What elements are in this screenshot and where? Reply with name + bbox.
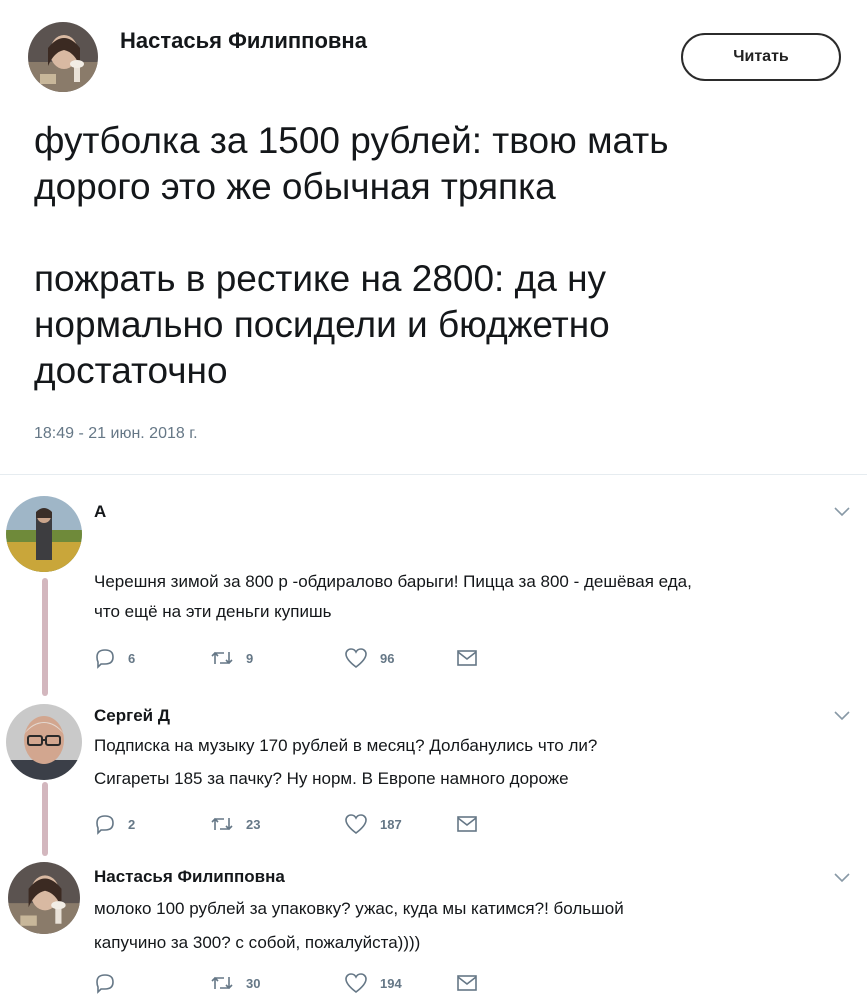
- like-button[interactable]: 187: [344, 811, 402, 837]
- reply-text-line: капучино за 300? с собой, пожалуйста)))): [94, 933, 421, 952]
- retweet-count: 30: [246, 975, 261, 991]
- like-button[interactable]: 194: [344, 970, 402, 996]
- reply-text-line: Черешня зимой за 800 р -обдиралово барыг…: [94, 572, 692, 591]
- avatar[interactable]: [8, 862, 80, 934]
- reply-button[interactable]: 6: [94, 645, 135, 671]
- author-name[interactable]: Настасья Филипповна: [120, 28, 367, 54]
- reply-icon: [96, 649, 114, 669]
- reply-text: Черешня зимой за 800 р -обдиралово барыг…: [94, 567, 854, 627]
- chevron-down-icon[interactable]: [833, 710, 851, 722]
- direct-message-button[interactable]: [456, 811, 478, 837]
- retweet-icon: [211, 651, 233, 665]
- avatar[interactable]: [6, 704, 82, 780]
- reply-actions: 2 23 187: [94, 811, 514, 837]
- retweet-icon: [211, 976, 233, 990]
- direct-message-icon: [457, 816, 477, 832]
- reply-author-name[interactable]: Сергей Д: [94, 706, 170, 726]
- direct-message-button[interactable]: [456, 645, 478, 671]
- reply-text-line: что ещё на эти деньги купишь: [94, 602, 332, 621]
- avatar[interactable]: [28, 22, 98, 92]
- direct-message-button[interactable]: [456, 970, 478, 996]
- reply-actions: 30 194: [94, 970, 514, 996]
- tweet-text: футболка за 1500 рублей: твою мать дорог…: [34, 118, 834, 394]
- follow-button[interactable]: Читать: [681, 33, 841, 81]
- retweet-icon: [211, 817, 233, 831]
- tweet-text-line: дорого это же обычная тряпка: [34, 166, 556, 207]
- heart-icon: [345, 814, 367, 835]
- reply-actions: 6 9 96: [94, 645, 514, 671]
- tweet-text-line: пожрать в рестике на 2800: да ну: [34, 258, 607, 299]
- divider: [0, 474, 867, 475]
- avatar[interactable]: [6, 496, 82, 572]
- retweet-count: 9: [246, 650, 254, 666]
- reply-author-name[interactable]: А: [94, 502, 106, 522]
- heart-icon: [345, 648, 367, 669]
- reply-text-line: Подписка на музыку 170 рублей в месяц? Д…: [94, 736, 598, 755]
- tweet-timestamp[interactable]: 18:49 - 21 июн. 2018 г.: [34, 425, 198, 443]
- chevron-down-icon[interactable]: [833, 506, 851, 518]
- reply-text-line: Сигареты 185 за пачку? Ну норм. В Европе…: [94, 769, 569, 788]
- reply-count: 2: [128, 816, 136, 832]
- direct-message-icon: [457, 650, 477, 666]
- tweet-text-line: достаточно: [34, 350, 228, 391]
- tweet-header: Настасья Филипповна Читать: [0, 0, 867, 110]
- like-count: 194: [380, 975, 402, 991]
- retweet-button[interactable]: 9: [210, 645, 253, 671]
- chevron-down-icon[interactable]: [833, 872, 851, 884]
- like-count: 187: [380, 816, 402, 832]
- thread-line: [42, 578, 48, 696]
- like-button[interactable]: 96: [344, 645, 394, 671]
- reply-text: Подписка на музыку 170 рублей в месяц? Д…: [94, 729, 854, 795]
- heart-icon: [345, 973, 367, 994]
- reply-author-name[interactable]: Настасья Филипповна: [94, 867, 285, 887]
- retweet-button[interactable]: 30: [210, 970, 260, 996]
- like-count: 96: [380, 650, 395, 666]
- retweet-button[interactable]: 23: [210, 811, 260, 837]
- reply-count: 6: [128, 650, 136, 666]
- thread-line: [42, 782, 48, 856]
- reply-icon: [96, 974, 114, 994]
- retweet-count: 23: [246, 816, 261, 832]
- reply-text-line: молоко 100 рублей за упаковку? ужас, куд…: [94, 899, 624, 918]
- tweet-text-line: нормально посидели и бюджетно: [34, 304, 610, 345]
- reply-button[interactable]: 2: [94, 811, 135, 837]
- direct-message-icon: [457, 975, 477, 991]
- tweet-text-line: футболка за 1500 рублей: твою мать: [34, 120, 669, 161]
- reply-button[interactable]: [94, 970, 128, 996]
- reply-text: молоко 100 рублей за упаковку? ужас, куд…: [94, 892, 854, 960]
- reply-icon: [96, 815, 114, 835]
